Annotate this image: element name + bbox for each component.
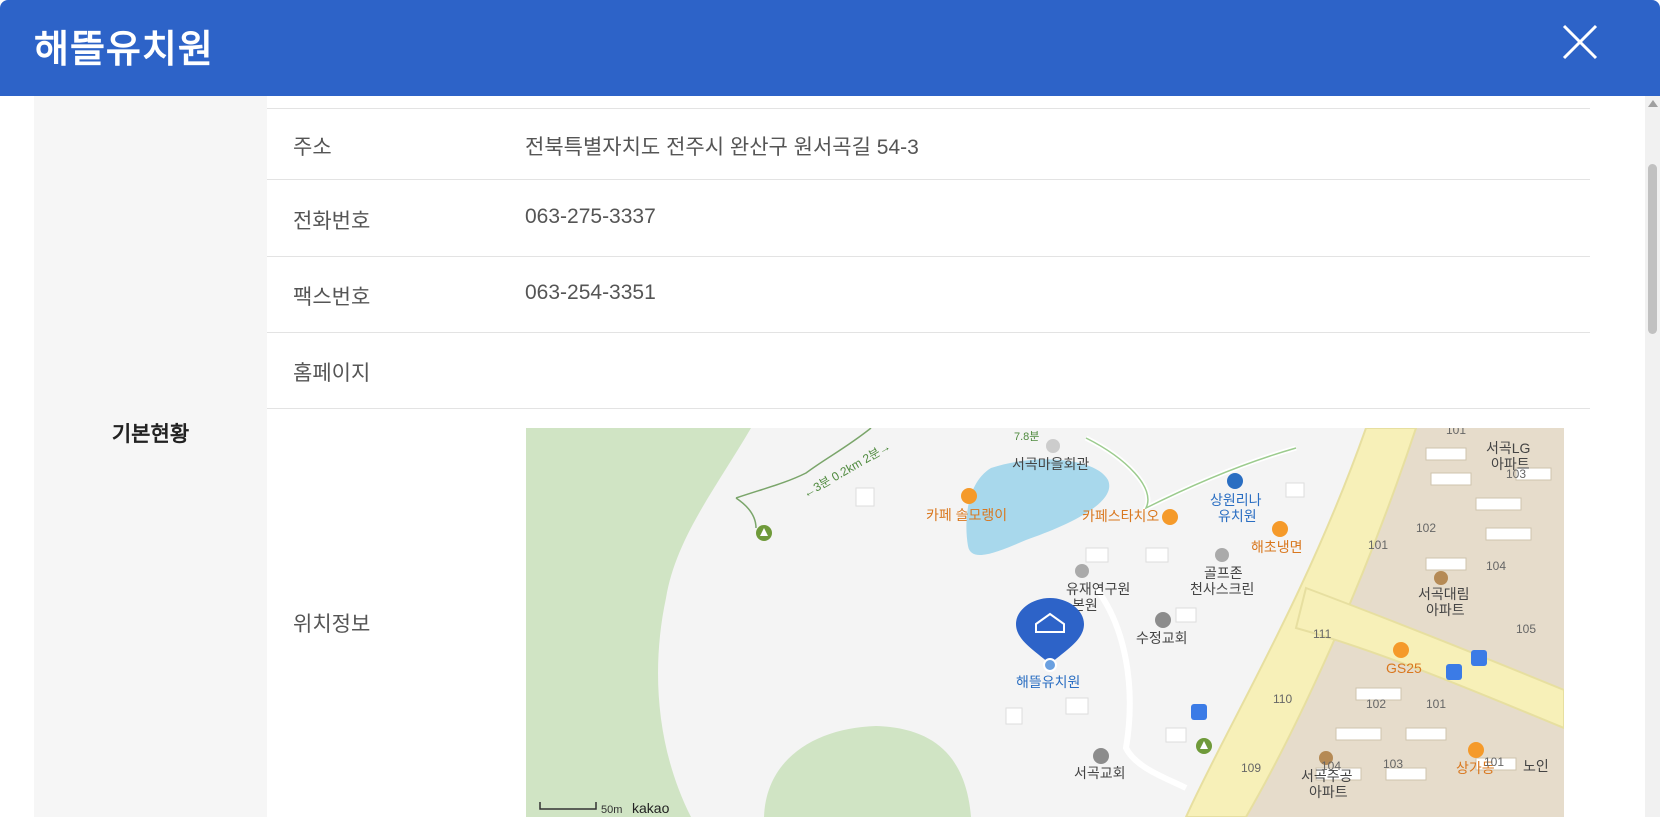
poi-church1: 수정교회: [1136, 630, 1188, 646]
poi-apt2-l2: 아파트: [1426, 602, 1465, 618]
modal-header: 해뜰유치원: [0, 0, 1660, 96]
row-label: 팩스번호: [293, 286, 371, 309]
poi-restaurant: 해초냉면: [1251, 539, 1303, 555]
poi-golf-l1: 골프존: [1204, 565, 1243, 581]
trail-label: ←3분 0.2km 2분→: [801, 439, 894, 501]
svg-text:104: 104: [1486, 559, 1506, 573]
fax-value: 063-254-3351: [525, 281, 656, 304]
location-map[interactable]: ←3분 0.2km 2분→ 7.8분 서곡마을회관 카페 솔모랭이 카페스타치오…: [526, 428, 1564, 817]
poi-institute-l1: 유재연구원: [1066, 581, 1130, 597]
phone-value: 063-275-3337: [525, 205, 656, 228]
row-label: 홈페이지: [293, 362, 371, 385]
modal-title: 해뜰유치원: [34, 29, 214, 71]
poi-senior: 노인: [1523, 758, 1549, 774]
poi-apt3-l2: 아파트: [1309, 784, 1348, 800]
row-label: 주소: [293, 136, 332, 159]
poi-church2: 서곡교회: [1074, 765, 1126, 781]
svg-text:110: 110: [1273, 692, 1292, 706]
poi-cafe1: 카페 솔모랭이: [926, 507, 1007, 523]
scroll-up-arrow-icon[interactable]: [1648, 100, 1658, 107]
scrollbar-thumb[interactable]: [1648, 164, 1657, 334]
svg-text:101: 101: [1484, 755, 1504, 769]
map-marker-label: 해뜰유치원: [1016, 674, 1080, 690]
poi-golf-l2: 천사스크린: [1190, 581, 1254, 597]
poi-cafe2: 카페스타치오: [1082, 508, 1159, 524]
map-scale-label: 50m: [601, 804, 622, 816]
close-icon[interactable]: [1556, 18, 1604, 66]
table-row-fax: 팩스번호 063-254-3351: [267, 257, 1590, 333]
svg-text:109: 109: [1241, 761, 1261, 775]
svg-text:111: 111: [1313, 627, 1332, 641]
svg-text:105: 105: [1516, 622, 1536, 636]
poi-apt1-l1: 서곡LG: [1486, 440, 1530, 456]
section-label: 기본현황: [111, 423, 190, 446]
poi-apt2-l1: 서곡대림: [1418, 586, 1470, 602]
section-header-cell: 기본현황: [34, 96, 267, 817]
park-area: [526, 428, 751, 817]
svg-text:101: 101: [1368, 538, 1388, 552]
poi-kinder2-l2: 유치원: [1218, 508, 1257, 524]
svg-text:103: 103: [1506, 467, 1526, 481]
svg-text:101: 101: [1446, 428, 1466, 437]
modal-content: 기본현황 주소 전북특별자치도 전주시 완산구 원서곡길 54-3 전화번호 0…: [0, 96, 1645, 817]
svg-text:101: 101: [1426, 697, 1446, 711]
map-marker-icon: [1016, 598, 1084, 672]
map-brand-label: kakao: [632, 800, 670, 816]
row-label: 위치정보: [293, 613, 371, 636]
row-label: 전화번호: [293, 210, 371, 233]
address-value: 전북특별자치도 전주시 완산구 원서곡길 54-3: [525, 136, 919, 159]
poi-village-hall: 서곡마을회관: [1012, 456, 1089, 472]
svg-text:102: 102: [1416, 521, 1436, 535]
trail-top-label: 7.8분: [1014, 431, 1039, 443]
vertical-scrollbar[interactable]: [1645, 96, 1660, 817]
svg-text:103: 103: [1383, 757, 1403, 771]
poi-gs25: GS25: [1386, 660, 1422, 676]
table-row-homepage: 홈페이지: [267, 333, 1590, 409]
table-row-phone: 전화번호 063-275-3337: [267, 180, 1590, 257]
table-row-address: 주소 전북특별자치도 전주시 완산구 원서곡길 54-3: [267, 109, 1590, 180]
poi-kinder2-l1: 상원리나: [1210, 492, 1262, 508]
park-area-2: [764, 726, 971, 817]
svg-text:104: 104: [1321, 759, 1341, 773]
svg-text:102: 102: [1366, 697, 1386, 711]
